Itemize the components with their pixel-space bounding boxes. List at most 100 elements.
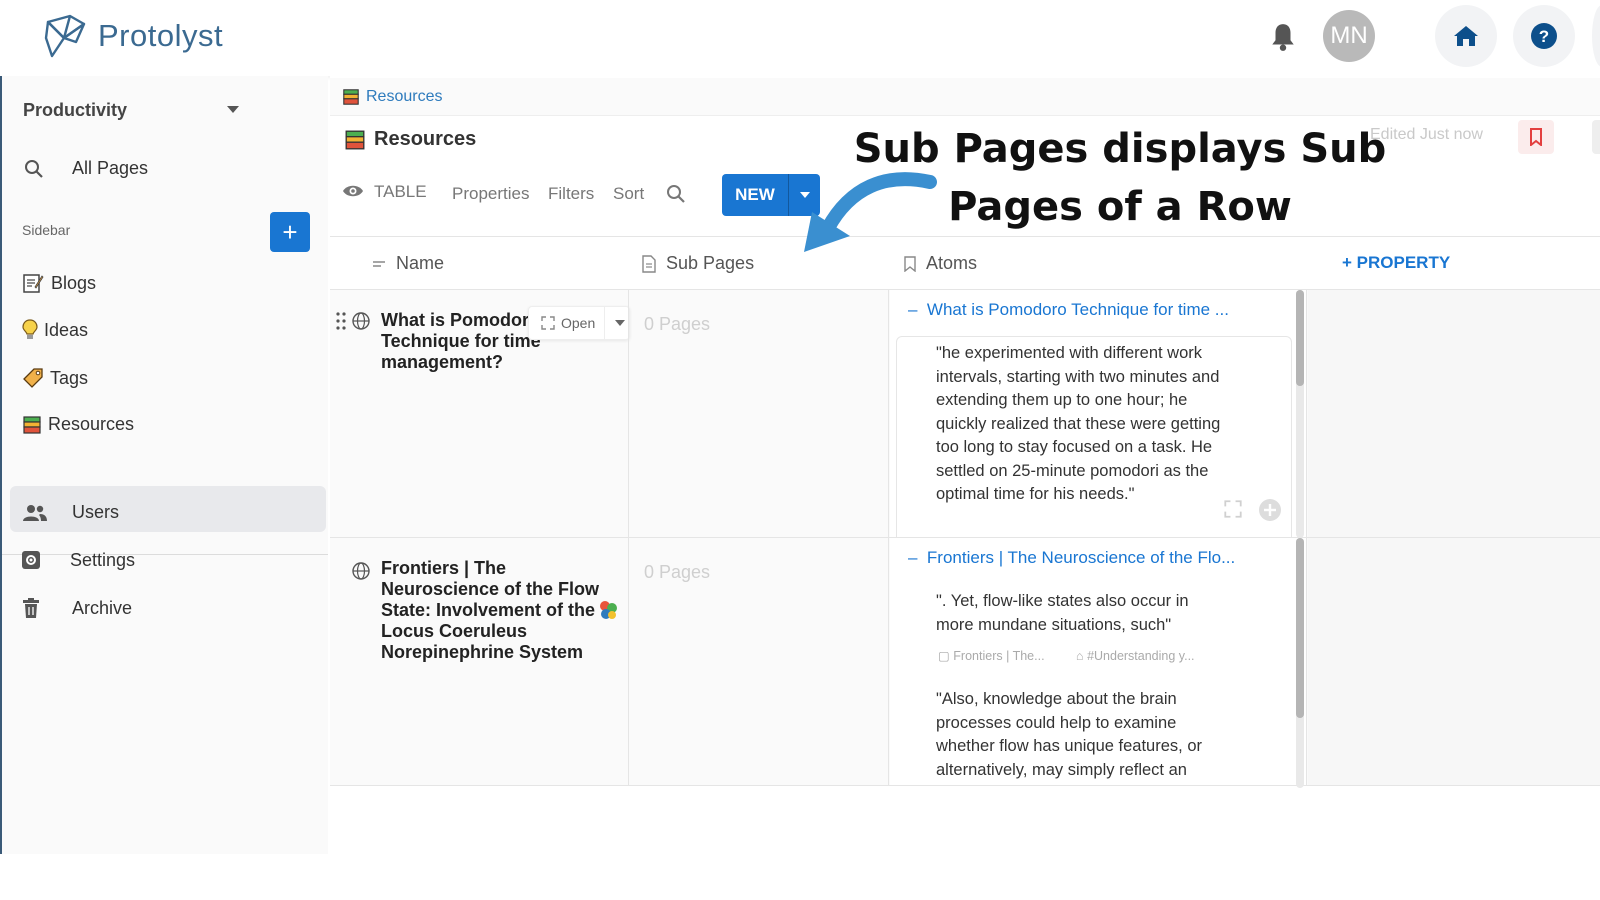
sidebar-item-label: Tags <box>50 367 89 388</box>
atom-quote: ". Yet, flow-like states also occur in m… <box>936 592 1189 634</box>
atom-source[interactable]: Frontiers | The... <box>953 649 1044 663</box>
logo-icon <box>44 14 86 58</box>
home-button[interactable] <box>1435 5 1497 67</box>
overflow-button[interactable] <box>1592 120 1600 154</box>
annotation-line: Sub Pages displays Sub <box>853 126 1387 172</box>
empty-property-cell[interactable] <box>1308 290 1600 537</box>
column-header-sub-pages[interactable]: Sub Pages <box>642 253 754 274</box>
row-title[interactable]: Frontiers | The Neuroscience of the Flow… <box>381 558 599 663</box>
users-icon <box>23 504 47 521</box>
sidebar: Productivity All Pages Sidebar + Blogs I… <box>2 76 328 854</box>
books-icon <box>343 88 359 105</box>
sidebar-section-label: Sidebar <box>22 222 71 238</box>
add-sidebar-item-button[interactable]: + <box>270 212 310 252</box>
row-title-line: Norepinephrine System <box>381 642 584 662</box>
page-title: Resources <box>344 128 476 151</box>
add-property-button[interactable]: + PROPERTY <box>1342 253 1450 273</box>
new-button-label: NEW <box>735 185 775 204</box>
sidebar-item-all-pages[interactable]: All Pages <box>24 158 148 179</box>
sidebar-item-archive[interactable]: Archive <box>22 597 132 619</box>
chevron-down-icon[interactable] <box>227 106 239 113</box>
svg-text:?: ? <box>1539 27 1549 46</box>
text-lines-icon <box>373 260 385 267</box>
atom-group-title[interactable]: – Frontiers | The Neuroscience of the Fl… <box>908 548 1235 568</box>
bookmark-icon <box>1530 128 1542 146</box>
column-divider <box>888 290 889 786</box>
books-icon <box>23 415 41 434</box>
help-button[interactable]: ? <box>1513 5 1575 67</box>
filters-button[interactable]: Filters <box>548 184 594 204</box>
table-row[interactable]: What is Pomodoro Technique for time mana… <box>330 290 1600 538</box>
sidebar-item-blogs[interactable]: Blogs <box>22 272 96 294</box>
sidebar-item-label: Archive <box>72 597 133 618</box>
column-header-name[interactable]: Name <box>372 253 444 274</box>
search-icon[interactable] <box>666 184 686 204</box>
atoms-cell[interactable]: – Frontiers | The Neuroscience of the Fl… <box>890 538 1306 785</box>
collapse-icon[interactable]: – <box>908 548 927 567</box>
page-title-text: Resources <box>374 128 477 150</box>
column-label: Name <box>396 253 445 273</box>
atom-tag[interactable]: #Understanding y... <box>1087 649 1194 663</box>
sort-button[interactable]: Sort <box>613 184 644 204</box>
frontiers-favicon-icon <box>600 601 617 619</box>
sidebar-item-users[interactable]: Users <box>22 502 119 523</box>
row-title-line: Frontiers | The <box>381 558 507 578</box>
atom-group-title-text: What is Pomodoro Technique for time ... <box>926 300 1229 319</box>
sidebar-item-label: All Pages <box>72 158 149 178</box>
add-atom-icon[interactable] <box>1258 498 1282 522</box>
globe-icon <box>352 562 370 580</box>
help-icon: ? <box>1531 23 1557 49</box>
empty-property-cell[interactable] <box>1308 538 1600 785</box>
column-label: Sub Pages <box>666 253 755 273</box>
overflow-button[interactable] <box>1592 5 1600 67</box>
blog-icon <box>23 274 44 293</box>
annotation-text: Sub Pages displays Sub Pages of a Row <box>820 120 1420 236</box>
avatar-initials: MN <box>1330 22 1368 49</box>
sidebar-item-label: Resources <box>48 414 135 434</box>
row-title-line: Neuroscience of the Flow <box>381 579 600 599</box>
sidebar-item-resources[interactable]: Resources <box>22 414 134 435</box>
scrollbar-thumb[interactable] <box>1296 290 1304 386</box>
scrollbar-thumb[interactable] <box>1296 538 1304 718</box>
atom-quote: "he experimented with different work int… <box>936 344 1221 503</box>
properties-button[interactable]: Properties <box>452 184 529 204</box>
column-divider <box>628 290 629 786</box>
atom-quote: "Also, knowledge about the brain process… <box>936 690 1202 779</box>
user-avatar[interactable]: MN <box>1323 10 1375 62</box>
tag-icon <box>23 368 43 388</box>
home-icon <box>1454 26 1478 46</box>
collapse-icon[interactable]: – <box>908 300 927 319</box>
breadcrumb-link[interactable]: Resources <box>366 88 442 106</box>
sidebar-item-tags[interactable]: Tags <box>22 367 88 389</box>
sub-pages-count[interactable]: 0 Pages <box>644 562 710 583</box>
globe-icon <box>352 312 370 330</box>
view-type-button[interactable]: TABLE <box>374 182 427 202</box>
app-logo[interactable]: Protolyst <box>40 12 223 60</box>
atoms-scrollbar[interactable] <box>1296 290 1304 538</box>
chevron-down-icon[interactable] <box>615 320 626 326</box>
sidebar-item-settings[interactable]: Settings <box>20 549 135 571</box>
sub-pages-count[interactable]: 0 Pages <box>644 314 710 335</box>
atom-group-title[interactable]: – What is Pomodoro Technique for time ..… <box>908 300 1229 320</box>
drag-handle-icon[interactable] <box>336 312 346 330</box>
workspace-selector[interactable]: Productivity <box>23 100 127 121</box>
chip-divider <box>604 306 606 340</box>
table-header: Name Sub Pages Atoms + PROPERTY <box>330 236 1600 290</box>
expand-icon <box>541 316 555 330</box>
open-row-button[interactable]: Open <box>528 306 630 340</box>
atoms-scrollbar[interactable] <box>1296 538 1304 788</box>
eye-icon[interactable] <box>342 183 364 199</box>
atoms-cell[interactable]: – What is Pomodoro Technique for time ..… <box>890 290 1306 537</box>
app-name: Protolyst <box>98 18 224 53</box>
row-title[interactable]: What is Pomodoro Technique for time mana… <box>381 310 541 373</box>
notification-bell-icon[interactable] <box>1270 22 1296 52</box>
archive-icon <box>23 598 39 618</box>
expand-icon[interactable] <box>1224 500 1242 518</box>
row-title-line: management? <box>381 352 504 372</box>
bulb-icon <box>22 319 38 339</box>
table-row[interactable]: Frontiers | The Neuroscience of the Flow… <box>330 538 1600 786</box>
row-title-line: Technique for time <box>381 331 541 351</box>
sidebar-item-ideas[interactable]: Ideas <box>22 319 88 341</box>
bookmark-button[interactable] <box>1518 120 1554 154</box>
open-label: Open <box>561 315 596 331</box>
